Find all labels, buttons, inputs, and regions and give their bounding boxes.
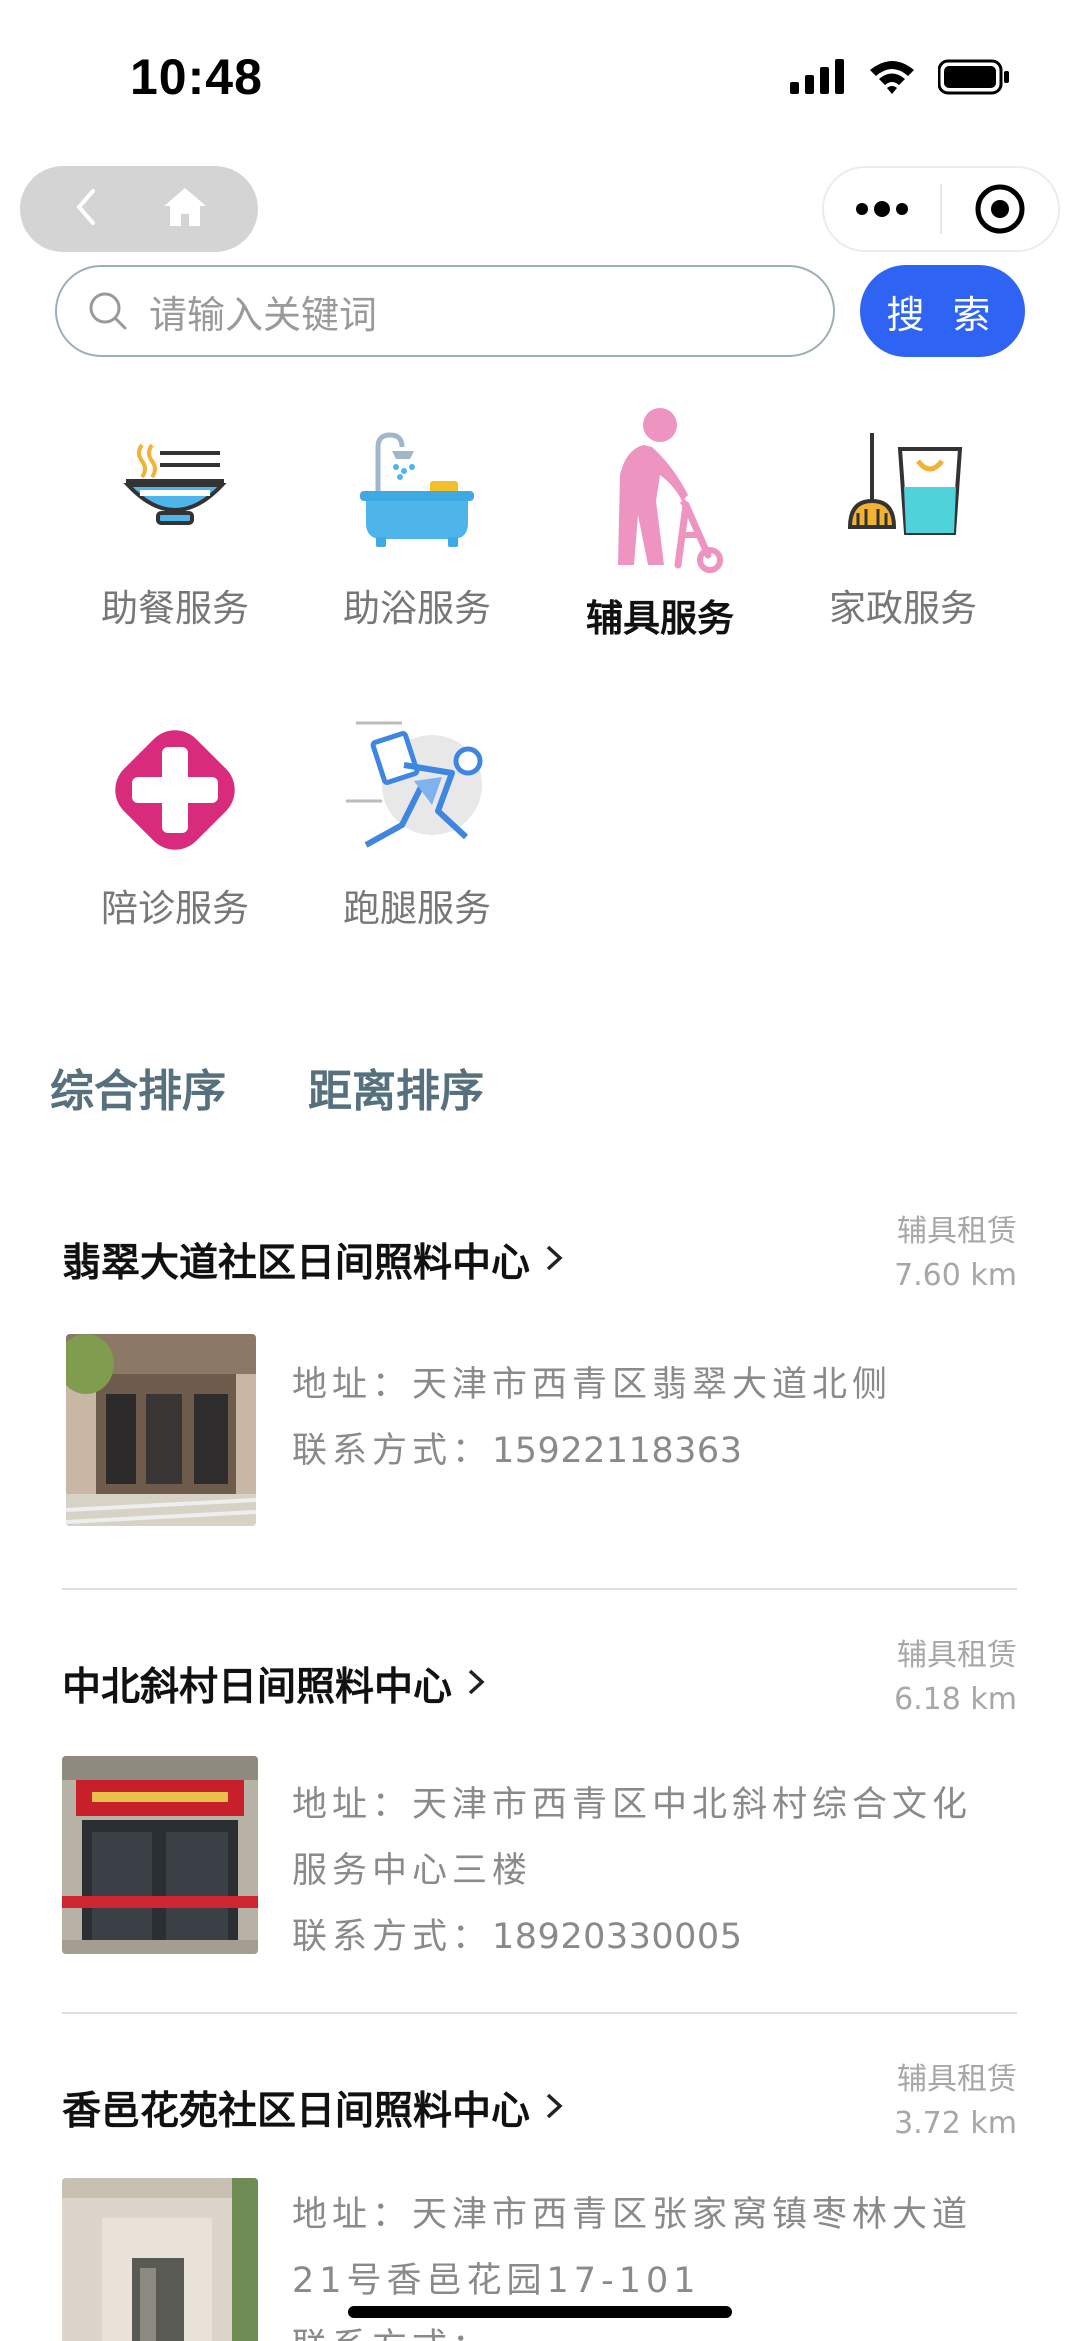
center-info: 地址：天津市西青区翡翠大道北侧 联系方式：15922118363: [292, 1352, 1052, 1484]
close-miniprogram-button[interactable]: [942, 168, 1058, 250]
medical-cross-icon: [95, 710, 255, 870]
more-button[interactable]: [824, 168, 940, 250]
service-label: 陪诊服务: [101, 887, 249, 930]
service-meal[interactable]: 助餐服务: [55, 410, 295, 632]
target-close-icon: [975, 184, 1025, 234]
service-aids[interactable]: 辅具服务: [540, 408, 780, 642]
service-label: 助餐服务: [101, 587, 249, 630]
home-button[interactable]: [162, 186, 208, 232]
status-time: 10:48: [130, 49, 263, 105]
contact-label: 联系方式：: [292, 1431, 493, 1471]
center-meta: 辅具租赁 6.18 km: [894, 1634, 1017, 1722]
chevron-right-icon: [544, 2085, 564, 2131]
search-placeholder: 请输入关键词: [149, 292, 378, 337]
bathtub-icon: [337, 410, 497, 570]
center-address-line2: 服务中心三楼: [292, 1851, 533, 1891]
list-item[interactable]: 中北斜村日间照料中心 辅具租赁 6.18 km 地址：天津市西青区中北斜村综合文…: [62, 1638, 1017, 1986]
center-photo: [62, 2178, 258, 2341]
nav-capsule-left: [20, 166, 258, 252]
center-tag: 辅具租赁: [897, 2062, 1017, 2097]
center-photo: [66, 1334, 256, 1526]
service-escort[interactable]: 陪诊服务: [55, 710, 295, 932]
center-address-line1: 地址：天津市西青区张家窝镇枣林大道: [292, 2195, 973, 2235]
nav-capsule-right: [822, 166, 1060, 252]
search-icon: [89, 292, 127, 330]
list-item[interactable]: 香邑花苑社区日间照料中心 辅具租赁 3.72 km 地址：天津市西青区张家窝镇枣…: [62, 2062, 1017, 2341]
sort-tab-distance[interactable]: 距离排序: [308, 1055, 484, 1119]
center-title-row[interactable]: 香邑花苑社区日间照料中心: [62, 2080, 564, 2136]
search-button[interactable]: 搜 索: [860, 265, 1025, 357]
center-title-row[interactable]: 翡翠大道社区日间照料中心: [62, 1232, 564, 1288]
service-label: 家政服务: [829, 587, 977, 630]
center-contact: 联系方式：15922118363: [292, 1418, 1052, 1484]
status-icons: [790, 58, 1010, 100]
contact-label: 联系方式：: [292, 2327, 492, 2341]
center-name: 中北斜村日间照料中心: [62, 1665, 453, 1710]
service-label: 跑腿服务: [343, 887, 491, 930]
back-button[interactable]: [71, 187, 101, 231]
center-contact: 联系方式：: [292, 2314, 1052, 2341]
meal-bowl-icon: [95, 410, 255, 570]
service-housekeeping[interactable]: 家政服务: [783, 410, 1023, 632]
center-photo: [62, 1756, 258, 1954]
center-distance: 3.72 km: [894, 2106, 1017, 2141]
center-title-row[interactable]: 中北斜村日间照料中心: [62, 1656, 486, 1712]
chevron-right-icon: [466, 1661, 486, 1707]
signal-icon: [790, 58, 846, 100]
center-contact: 联系方式：18920330005: [292, 1904, 1052, 1970]
contact-label: 联系方式：: [292, 1917, 493, 1957]
center-address-line1: 地址：天津市西青区中北斜村综合文化: [292, 1785, 973, 1825]
service-label: 辅具服务: [586, 597, 734, 640]
center-meta: 辅具租赁 3.72 km: [894, 2058, 1017, 2146]
more-dots-icon: [856, 201, 908, 217]
center-phone[interactable]: 18920330005: [492, 1917, 742, 1957]
center-address-line2: 21号香邑花园17-101: [292, 2261, 701, 2301]
center-address: 地址：天津市西青区翡翠大道北侧: [292, 1365, 893, 1405]
center-tag: 辅具租赁: [897, 1214, 1017, 1249]
center-tag: 辅具租赁: [897, 1638, 1017, 1673]
battery-icon: [937, 59, 1010, 99]
list-divider: [62, 1588, 1017, 1590]
sort-tab-comprehensive[interactable]: 综合排序: [50, 1055, 226, 1119]
wifi-icon: [868, 58, 916, 100]
running-courier-icon: [337, 710, 497, 870]
home-indicator: [348, 2306, 732, 2318]
status-bar: 10:48: [0, 0, 1080, 150]
service-errand[interactable]: 跑腿服务: [297, 710, 537, 932]
center-name: 香邑花苑社区日间照料中心: [62, 2089, 531, 2134]
center-distance: 7.60 km: [894, 1258, 1017, 1293]
center-info: 地址：天津市西青区中北斜村综合文化 服务中心三楼 联系方式：1892033000…: [292, 1772, 1052, 1970]
chevron-right-icon: [544, 1237, 564, 1283]
center-meta: 辅具租赁 7.60 km: [894, 1210, 1017, 1298]
list-divider: [62, 2012, 1017, 2014]
center-name: 翡翠大道社区日间照料中心: [62, 1241, 531, 1286]
service-label: 助浴服务: [343, 587, 491, 630]
broom-bucket-icon: [823, 410, 983, 570]
center-phone[interactable]: 15922118363: [492, 1431, 742, 1471]
walker-elder-icon: [580, 408, 740, 573]
center-distance: 6.18 km: [894, 1682, 1017, 1717]
list-item[interactable]: 翡翠大道社区日间照料中心 辅具租赁 7.60 km 地址：天津市西青区翡翠大道北…: [62, 1214, 1017, 1532]
search-input[interactable]: 请输入关键词: [55, 265, 835, 357]
service-bath[interactable]: 助浴服务: [297, 410, 537, 632]
home-icon: [163, 188, 206, 226]
